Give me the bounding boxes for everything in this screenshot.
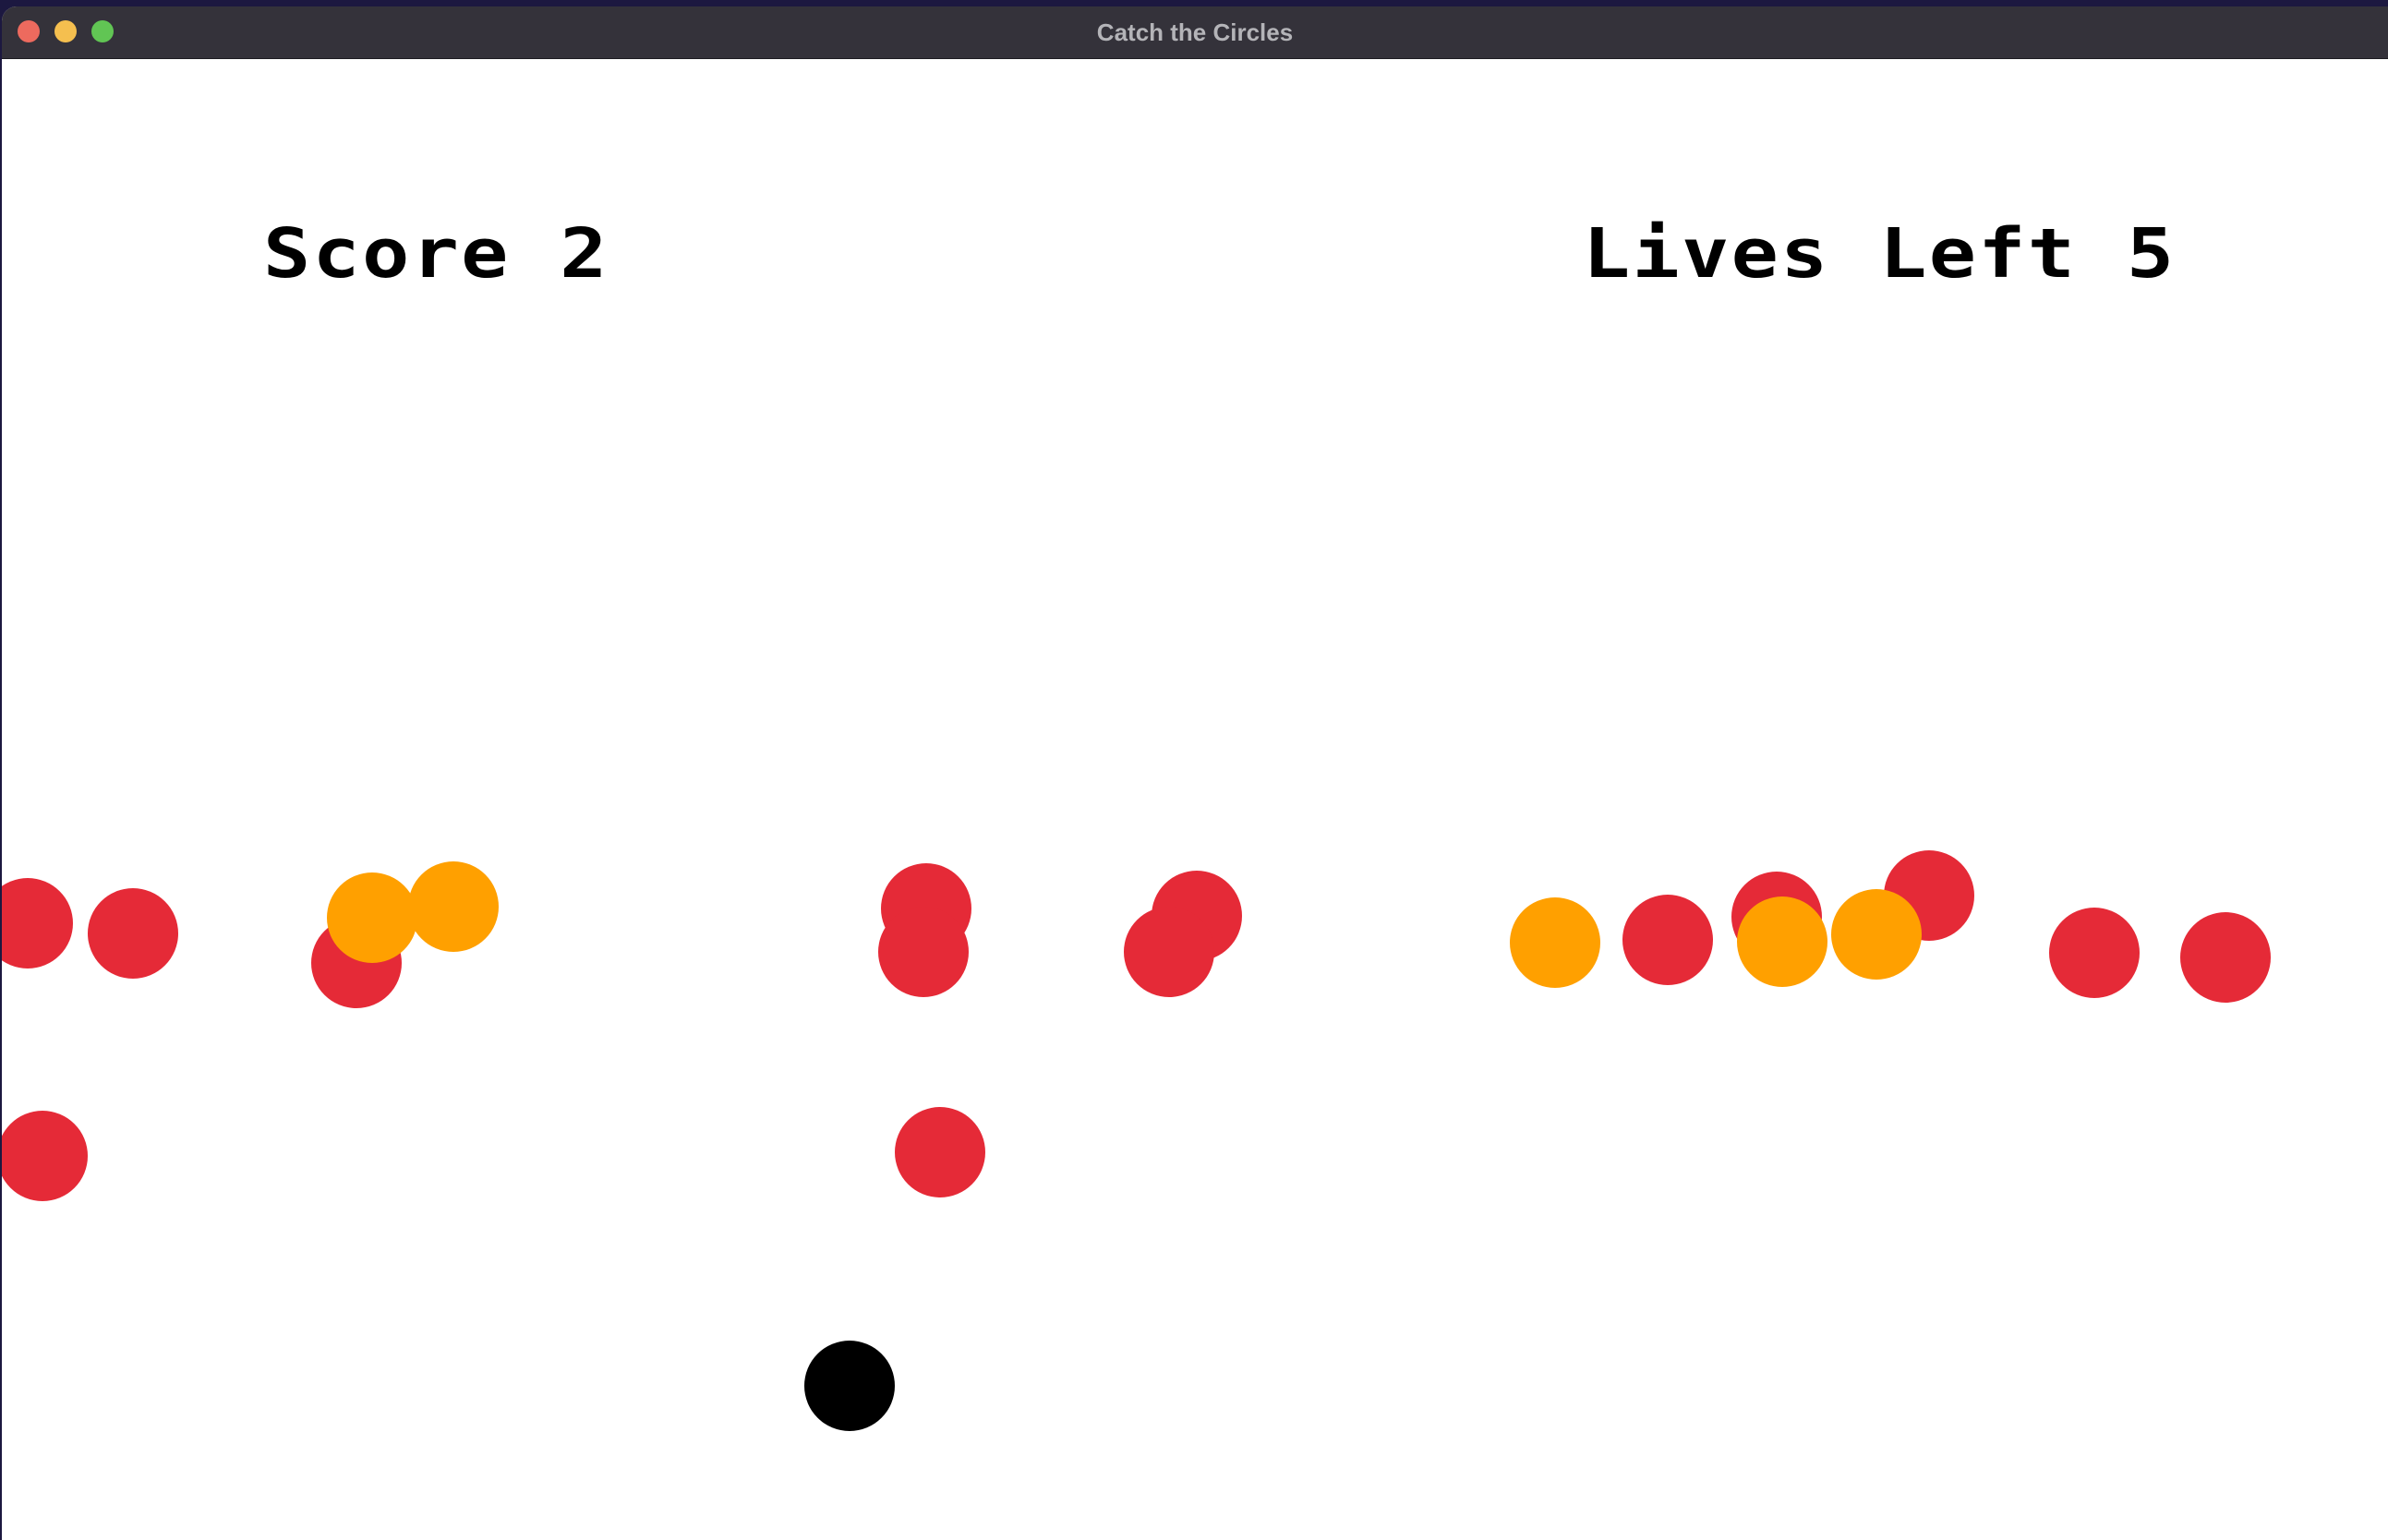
red-circle xyxy=(878,907,969,997)
play-field xyxy=(2,850,2271,1431)
red-circle xyxy=(2049,908,2140,998)
game-window: Catch the Circles Score 2 Lives Left 5 xyxy=(2,6,2388,1540)
orange-circle xyxy=(408,861,499,952)
red-circle xyxy=(2180,912,2271,1003)
red-circle xyxy=(2,1111,88,1201)
orange-circle xyxy=(1831,889,1922,980)
red-circle xyxy=(895,1107,985,1197)
red-circle xyxy=(1124,907,1214,997)
red-circle xyxy=(1622,895,1713,985)
title-bar[interactable]: Catch the Circles xyxy=(2,6,2388,59)
window-title: Catch the Circles xyxy=(1096,18,1294,46)
game-canvas[interactable]: Score 2 Lives Left 5 xyxy=(2,59,2388,1540)
red-circle xyxy=(88,888,178,979)
player-catcher[interactable] xyxy=(804,1341,895,1431)
orange-circle xyxy=(1510,897,1600,988)
orange-circle xyxy=(1737,896,1827,987)
orange-circle xyxy=(327,872,417,963)
red-circle xyxy=(2,878,73,969)
